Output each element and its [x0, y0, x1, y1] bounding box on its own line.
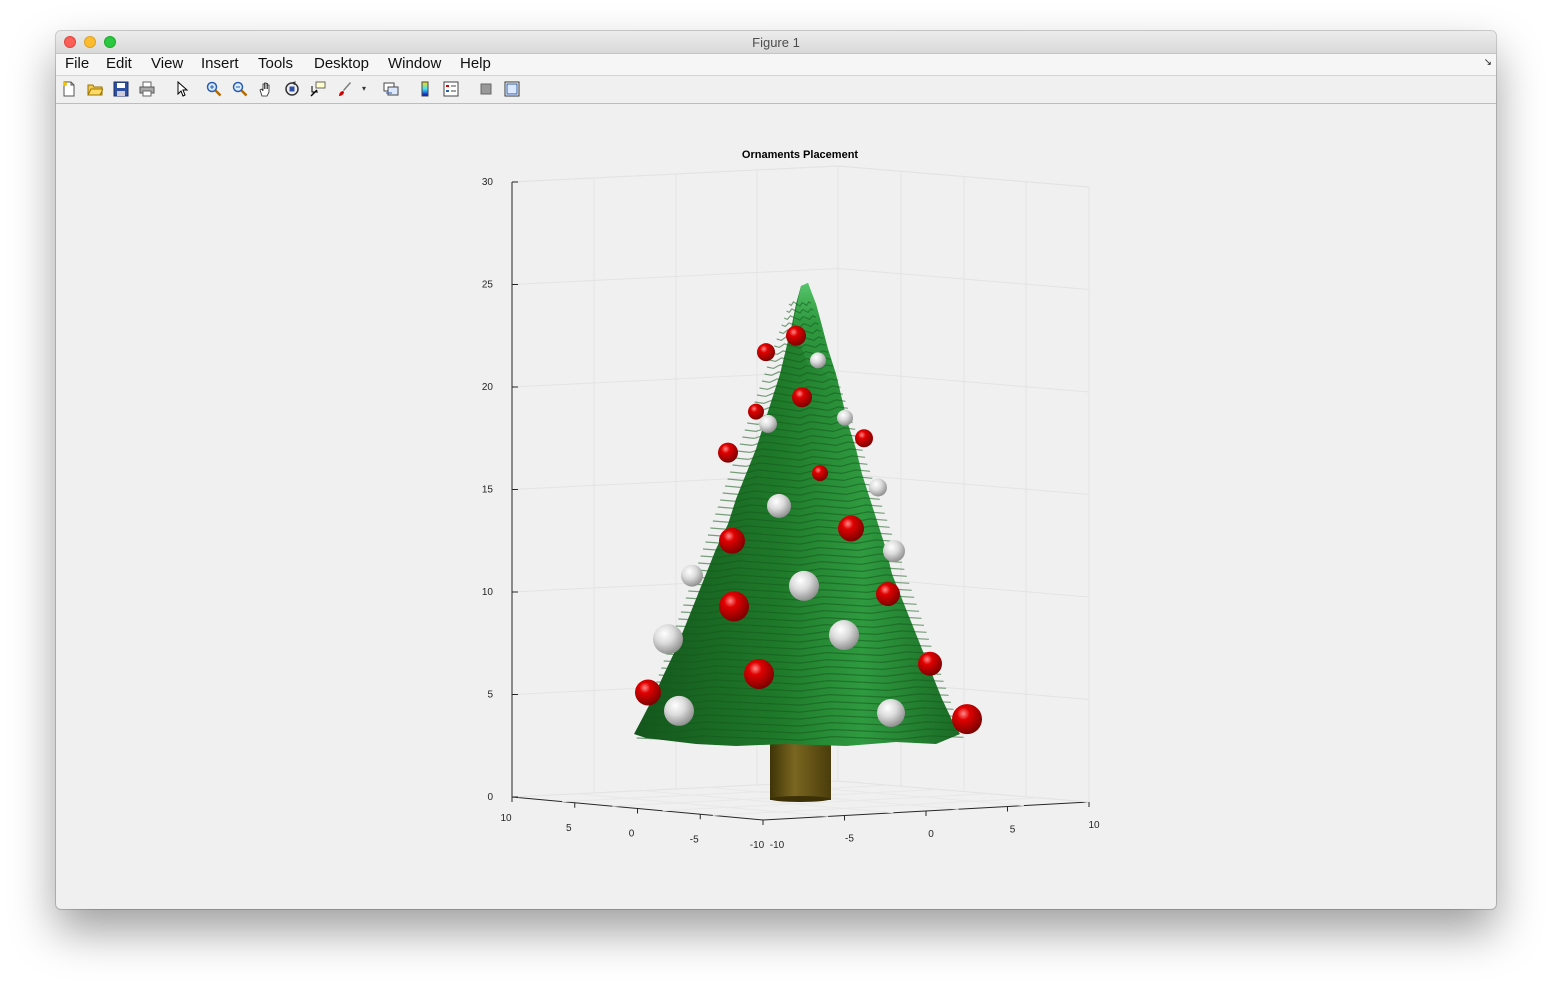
- data-cursor-icon[interactable]: [309, 80, 327, 98]
- red-ornament: [635, 679, 661, 706]
- red-ornament: [719, 527, 745, 554]
- menu-tools[interactable]: Tools: [258, 55, 293, 72]
- x-tick-label: -10: [770, 840, 785, 851]
- z-tick-label: 5: [487, 690, 493, 701]
- rotate-3d-icon[interactable]: [283, 80, 301, 98]
- menu-view[interactable]: View: [151, 55, 183, 72]
- save-icon[interactable]: [112, 80, 130, 98]
- white-ornament: [653, 624, 683, 655]
- red-ornament: [855, 429, 873, 448]
- y-tick-label: 10: [500, 813, 512, 824]
- menu-file[interactable]: File: [65, 55, 89, 72]
- new-figure-icon[interactable]: [60, 80, 78, 98]
- y-tick-label: -10: [750, 840, 765, 851]
- open-file-icon[interactable]: [86, 80, 104, 98]
- z-tick-label: 10: [482, 587, 494, 598]
- menu-help[interactable]: Help: [460, 55, 491, 72]
- colorbar-icon[interactable]: [416, 80, 434, 98]
- pan-hand-icon[interactable]: [257, 80, 275, 98]
- white-ornament: [767, 493, 791, 518]
- plot-canvas[interactable]: 0 5 10 15 20 25 30 -10 -5 0 5 10 10 5 0 -5 -10 Ornamen…: [56, 104, 1496, 909]
- z-tick-label: 25: [482, 280, 494, 291]
- y-tick-label: 5: [566, 823, 572, 834]
- menu-window[interactable]: Window: [388, 55, 441, 72]
- white-ornament: [829, 620, 859, 651]
- menu-bar: File Edit View Insert Tools Desktop Wind…: [56, 54, 1496, 76]
- white-ornament: [759, 414, 777, 433]
- brush-dropdown-arrow[interactable]: ▾: [362, 84, 366, 93]
- x-tick-label: -5: [845, 834, 854, 845]
- white-ornament: [681, 564, 703, 587]
- x-axis-ticks: -10 -5 0 5 10: [762, 802, 1100, 851]
- white-ornament: [837, 409, 853, 426]
- window-title: Figure 1: [752, 35, 800, 50]
- link-plot-icon[interactable]: [382, 80, 400, 98]
- z-tick-label: 15: [482, 485, 494, 496]
- legend-icon[interactable]: [442, 80, 460, 98]
- menu-insert[interactable]: Insert: [201, 55, 239, 72]
- white-ornament: [810, 352, 826, 369]
- zoom-out-icon[interactable]: [231, 80, 249, 98]
- z-axis-ticks: 0 5 10 15 20 25 30: [482, 177, 518, 803]
- brush-icon[interactable]: [335, 80, 353, 98]
- z-tick-label: 0: [487, 792, 493, 803]
- floor-grid-line: [712, 797, 1039, 816]
- red-ornament: [952, 704, 982, 735]
- x-tick-label: 5: [1010, 825, 1016, 836]
- red-ornament: [918, 651, 942, 676]
- trunk-base: [770, 796, 830, 802]
- red-ornament: [838, 515, 864, 542]
- red-ornament: [757, 343, 775, 362]
- red-ornament: [719, 591, 749, 622]
- plot-title: Ornaments Placement: [742, 149, 858, 161]
- white-ornament: [877, 698, 905, 727]
- print-icon[interactable]: [138, 80, 156, 98]
- red-ornament: [718, 442, 738, 463]
- y-tick-label: -5: [690, 834, 699, 845]
- dock-arrow-icon[interactable]: ↘: [1484, 57, 1492, 68]
- white-ornament: [789, 570, 819, 601]
- red-ornament: [876, 582, 900, 607]
- red-ornament: [812, 465, 828, 482]
- pointer-icon[interactable]: [173, 80, 191, 98]
- red-ornament: [792, 387, 812, 408]
- x-tick-label: 10: [1088, 820, 1100, 831]
- white-ornament: [664, 695, 694, 726]
- figure-window: Figure 1 File Edit View Insert Tools Des…: [56, 31, 1496, 909]
- z-grid-line: [511, 267, 1090, 290]
- z-grid-line: [511, 165, 1090, 188]
- z-tick-label: 30: [482, 177, 494, 188]
- z-tick-label: 20: [482, 382, 494, 393]
- show-plot-tools-icon[interactable]: [503, 80, 521, 98]
- y-tick-label: 0: [629, 829, 635, 840]
- title-bar[interactable]: Figure 1: [56, 31, 1496, 54]
- red-ornament: [786, 325, 806, 346]
- x-tick-label: 0: [928, 829, 934, 840]
- figure-toolbar: ▾: [56, 76, 1496, 104]
- menu-edit[interactable]: Edit: [106, 55, 132, 72]
- axes-area[interactable]: 0 5 10 15 20 25 30 -10 -5 0 5 10 10 5 0 -5 -10 Ornamen…: [56, 104, 1496, 909]
- white-ornament: [869, 478, 887, 497]
- red-ornament: [748, 403, 764, 420]
- red-ornament: [744, 659, 774, 689]
- zoom-in-icon[interactable]: [205, 80, 223, 98]
- tree-trunk: [770, 744, 831, 800]
- menu-desktop[interactable]: Desktop: [314, 55, 369, 72]
- hide-plot-tools-icon[interactable]: [477, 80, 495, 98]
- white-ornament: [883, 540, 905, 562]
